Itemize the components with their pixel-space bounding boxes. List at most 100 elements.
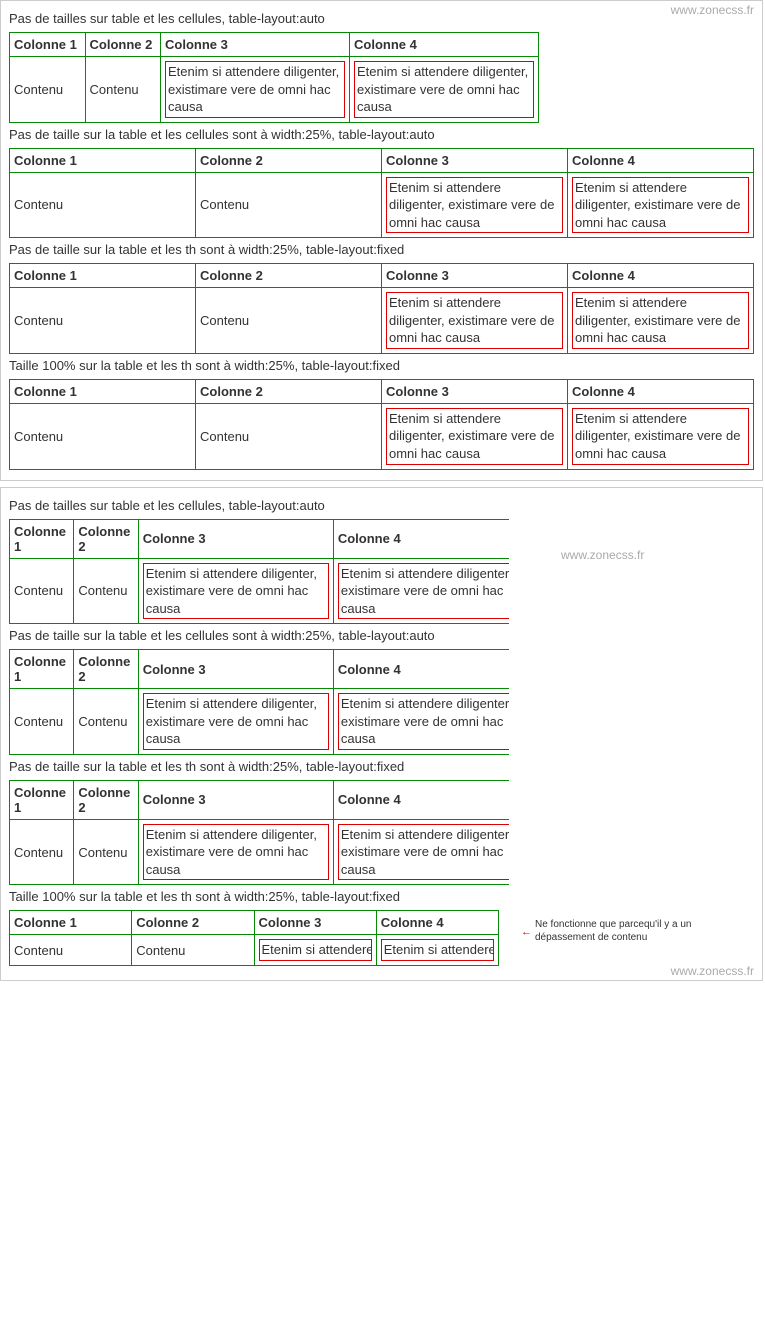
col-header: Colonne 1 [10, 650, 74, 689]
col-header: Colonne 3 [382, 148, 568, 172]
long-content: Etenim si attendere diligenter, existima… [354, 61, 534, 118]
table-row: Contenu Contenu Etenim si attendere dili… [10, 689, 510, 755]
table-bottom-2: Colonne 1 Colonne 2 Colonne 3 Colonne 4 … [9, 649, 509, 755]
table-row: Colonne 1 Colonne 2 Colonne 3 Colonne 4 [10, 379, 754, 403]
cell: Etenim si attendere diligenter, existima… [333, 689, 509, 755]
arrow-left-icon: ← [521, 926, 532, 938]
table-bottom-4: Colonne 1 Colonne 2 Colonne 3 Colonne 4 … [9, 910, 499, 966]
long-content: Etenim si attendere diligenter, existima… [386, 292, 563, 349]
cell: Contenu [196, 172, 382, 238]
col-header: Colonne 4 [568, 148, 754, 172]
col-header: Colonne 2 [132, 911, 254, 935]
cell: Etenim si attendere diligenter, existima… [382, 288, 568, 354]
col-header: Colonne 2 [196, 379, 382, 403]
table-row: Colonne 1 Colonne 2 Colonne 3 Colonne 4 [10, 148, 754, 172]
caption-b1: Pas de tailles sur table et les cellules… [9, 498, 754, 513]
scroll-container[interactable]: Colonne 1 Colonne 2 Colonne 3 Colonne 4 … [9, 649, 509, 755]
cell: Contenu [10, 935, 132, 966]
cell: Etenim si attendere diligenter, existima… [333, 558, 509, 624]
cell: Etenim si attendere diligenter, existima… [333, 819, 509, 885]
table-top-3: Colonne 1 Colonne 2 Colonne 3 Colonne 4 … [9, 263, 754, 354]
cell: Etenim si attendere diligenter, existima… [382, 403, 568, 469]
watermark-top: www.zonecss.fr [671, 3, 754, 17]
col-header: Colonne 4 [333, 650, 509, 689]
long-content: Etenim si attendere diligenter, existima… [259, 939, 372, 961]
table-row: Colonne 1 Colonne 2 Colonne 3 Colonne 4 [10, 911, 499, 935]
table-row: Colonne 1 Colonne 2 Colonne 3 Colonne 4 [10, 33, 539, 57]
col-header: Colonne 4 [568, 379, 754, 403]
cell: Etenim si attendere diligenter, existima… [138, 689, 333, 755]
long-content: Etenim si attendere diligenter, existima… [143, 824, 329, 881]
long-content: Etenim si attendere diligenter, existima… [338, 824, 509, 881]
cell: Etenim si attendere diligenter, existima… [161, 57, 350, 123]
col-header: Colonne 1 [10, 911, 132, 935]
caption-2: Pas de taille sur la table et les cellul… [9, 127, 754, 142]
table-top-1: Colonne 1 Colonne 2 Colonne 3 Colonne 4 … [9, 32, 539, 123]
col-header: Colonne 2 [85, 33, 161, 57]
col-header: Colonne 1 [10, 379, 196, 403]
col-header: Colonne 2 [196, 264, 382, 288]
col-header: Colonne 1 [10, 148, 196, 172]
table-row: Colonne 1 Colonne 2 Colonne 3 Colonne 4 [10, 780, 510, 819]
table-row: Contenu Contenu Etenim si attendere dili… [10, 172, 754, 238]
long-content: Etenim si attendere diligenter, existima… [338, 563, 509, 620]
long-content: Etenim si attendere diligenter, existima… [338, 693, 509, 750]
table-row: Colonne 1 Colonne 2 Colonne 3 Colonne 4 [10, 519, 510, 558]
cell: Contenu [10, 172, 196, 238]
long-content: Etenim si attendere diligenter, existima… [143, 693, 329, 750]
col-header: Colonne 4 [376, 911, 498, 935]
cell: Etenim si attendere diligenter, existima… [568, 172, 754, 238]
col-header: Colonne 4 [333, 780, 509, 819]
col-header: Colonne 3 [138, 519, 333, 558]
table-bottom-1: Colonne 1 Colonne 2 Colonne 3 Colonne 4 … [9, 519, 509, 625]
cell: Contenu [85, 57, 161, 123]
caption-b3: Pas de taille sur la table et les th son… [9, 759, 754, 774]
table-row: Contenu Contenu Etenim si attendere dili… [10, 57, 539, 123]
caption-b4: Taille 100% sur la table et les th sont … [9, 889, 754, 904]
col-header: Colonne 1 [10, 780, 74, 819]
col-header: Colonne 3 [382, 379, 568, 403]
watermark-mid: www.zonecss.fr [561, 548, 644, 562]
scroll-container[interactable]: Colonne 1 Colonne 2 Colonne 3 Colonne 4 … [9, 780, 509, 886]
table-top-2: Colonne 1 Colonne 2 Colonne 3 Colonne 4 … [9, 148, 754, 239]
watermark-bottom: www.zonecss.fr [671, 964, 754, 978]
caption-b2: Pas de taille sur la table et les cellul… [9, 628, 754, 643]
cell: Contenu [10, 403, 196, 469]
col-header: Colonne 3 [161, 33, 350, 57]
cell: Etenim si attendere diligenter, existima… [382, 172, 568, 238]
table-row: Colonne 1 Colonne 2 Colonne 3 Colonne 4 [10, 264, 754, 288]
cell: Etenim si attendere diligenter, existima… [568, 288, 754, 354]
col-header: Colonne 1 [10, 33, 86, 57]
cell: Etenim si attendere diligenter, existima… [138, 819, 333, 885]
annotation-text: Ne fonctionne que parcequ'il y a un dépa… [535, 919, 741, 944]
col-header: Colonne 3 [138, 650, 333, 689]
long-content: Etenim si attendere diligenter, existima… [572, 292, 749, 349]
cell: Contenu [10, 558, 74, 624]
cell: Etenim si attendere diligenter, existima… [350, 57, 539, 123]
table-row: Contenu Contenu Etenim si attendere dili… [10, 558, 510, 624]
cell: Contenu [196, 403, 382, 469]
col-header: Colonne 4 [350, 33, 539, 57]
table-top-4: Colonne 1 Colonne 2 Colonne 3 Colonne 4 … [9, 379, 754, 470]
col-header: Colonne 2 [196, 148, 382, 172]
col-header: Colonne 2 [74, 780, 138, 819]
table-row: Contenu Contenu Etenim si attendere dili… [10, 403, 754, 469]
col-header: Colonne 3 [138, 780, 333, 819]
col-header: Colonne 1 [10, 519, 74, 558]
table-row: Colonne 1 Colonne 2 Colonne 3 Colonne 4 [10, 650, 510, 689]
col-header: Colonne 2 [74, 650, 138, 689]
scroll-container[interactable]: Colonne 1 Colonne 2 Colonne 3 Colonne 4 … [9, 910, 509, 966]
col-header: Colonne 4 [333, 519, 509, 558]
cell: Contenu [10, 57, 86, 123]
long-content: Etenim si attendere diligenter, existima… [572, 177, 749, 234]
cell: Contenu [74, 558, 138, 624]
long-content: Etenim si attendere diligenter, existima… [381, 939, 494, 961]
cell: Contenu [196, 288, 382, 354]
cell: Contenu [10, 819, 74, 885]
caption-3: Pas de taille sur la table et les th son… [9, 242, 754, 257]
top-panel: www.zonecss.fr Pas de tailles sur table … [0, 0, 763, 481]
long-content: Etenim si attendere diligenter, existima… [143, 563, 329, 620]
table-bottom-3: Colonne 1 Colonne 2 Colonne 3 Colonne 4 … [9, 780, 509, 886]
long-content: Etenim si attendere diligenter, existima… [572, 408, 749, 465]
scroll-container[interactable]: Colonne 1 Colonne 2 Colonne 3 Colonne 4 … [9, 519, 509, 625]
